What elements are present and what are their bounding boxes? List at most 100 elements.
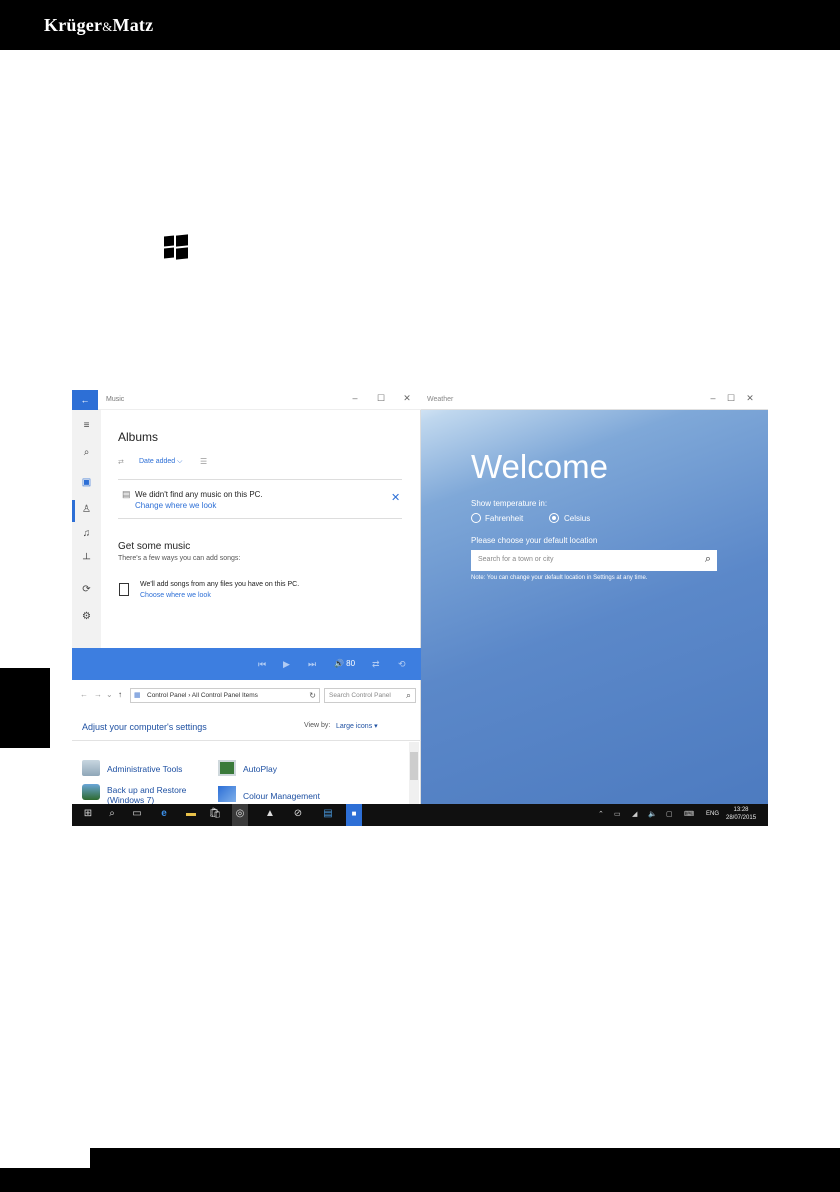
administrative-tools-link[interactable]: Administrative Tools [107, 764, 182, 774]
repeat-icon[interactable]: ⟲ [398, 659, 406, 670]
battery-icon[interactable]: ▭ [614, 810, 621, 818]
scrollbar[interactable] [409, 742, 419, 804]
search-icon[interactable]: ⌕ [72, 447, 101, 458]
photos-icon[interactable]: ▲ [262, 808, 278, 819]
volume-icon[interactable]: 🔈 [648, 810, 657, 818]
location-label: Please choose your default location [471, 536, 598, 545]
shuffle-icon[interactable]: ⇄ [118, 458, 124, 466]
celsius-label[interactable]: Celsius [564, 514, 590, 523]
groove-music-icon[interactable]: ◎ [232, 804, 248, 826]
page-header: Krüger&Matz [0, 0, 840, 50]
songs-icon[interactable]: ♫ [72, 528, 101, 539]
xbox-icon[interactable]: ⊘ [290, 808, 306, 819]
start-icon[interactable]: ⊞ [80, 808, 96, 819]
view-by-label: View by: [304, 722, 331, 729]
close-icon[interactable]: ✕ [391, 491, 400, 504]
folder-icon: ▦ [134, 692, 141, 699]
page-footer [0, 1148, 840, 1192]
previous-icon[interactable]: ⏮ [258, 659, 266, 670]
location-note: Note: You can change your default locati… [471, 575, 648, 581]
next-icon[interactable]: ⏭ [308, 659, 316, 670]
maximize-button[interactable]: ☐ [374, 393, 388, 404]
brand-logo: Krüger&Matz [44, 15, 154, 35]
autoplay-link[interactable]: AutoPlay [243, 764, 277, 774]
sync-icon[interactable]: ⟳ [72, 584, 101, 595]
view-by-dropdown[interactable]: Large icons ▾ [336, 722, 378, 730]
music-window: ← Music – ☐ ✕ ≡ ⌕ ▣ ♙ ♫ ┴ ⟳ ⚙ Albums ⇄ D… [72, 390, 421, 680]
change-location-link[interactable]: Change where we look [135, 501, 216, 510]
action-center-icon[interactable]: ▢ [666, 810, 673, 818]
back-button[interactable]: ← [72, 390, 98, 410]
forward-arrow-icon[interactable]: → [94, 690, 102, 699]
search-icon[interactable]: ⌕ [705, 553, 711, 566]
fahrenheit-label[interactable]: Fahrenheit [485, 514, 523, 523]
windows-key-icon [164, 234, 188, 260]
search-icon[interactable]: ⌕ [406, 690, 411, 701]
recent-chevron-icon[interactable]: ⌄ [106, 690, 113, 699]
now-playing-icon[interactable]: ┴ [72, 554, 101, 565]
page-title: Albums [118, 430, 159, 444]
artists-icon[interactable]: ♙ [72, 504, 101, 515]
filter-icon[interactable]: ☰ [200, 457, 207, 466]
search-placeholder: Search for a town or city [478, 556, 554, 563]
info-icon: ▤ [122, 489, 131, 499]
fahrenheit-radio[interactable] [471, 513, 481, 523]
volume-control[interactable]: 🔊 80 [334, 659, 355, 668]
sort-dropdown[interactable]: Date added ⌵ [139, 458, 182, 466]
settings-gear-icon[interactable]: ⚙ [72, 611, 101, 622]
music-titlebar: ← Music – ☐ ✕ [72, 390, 421, 410]
document-icon [119, 583, 129, 596]
search-icon[interactable]: ⌕ [104, 808, 120, 819]
clock-date: 28/07/2015 [726, 815, 757, 821]
no-music-notice: We didn't find any music on this PC. [135, 490, 263, 499]
maximize-button[interactable]: ☐ [724, 393, 738, 404]
store-icon[interactable]: 🛍 [207, 808, 223, 819]
minimize-button[interactable]: – [348, 393, 362, 403]
clock[interactable]: 13:28 28/07/2015 [726, 806, 756, 822]
location-search-input[interactable]: Search for a town or city ⌕ [471, 550, 717, 571]
temperature-label: Show temperature in: [471, 499, 548, 508]
weather-window: Weather – ☐ ✕ Welcome Show temperature i… [421, 390, 768, 804]
chevron-up-icon[interactable]: ⌃ [598, 810, 604, 818]
mail-icon[interactable]: ▤ [320, 808, 336, 819]
shuffle-icon[interactable]: ⇄ [372, 659, 380, 670]
minimize-button[interactable]: – [706, 393, 720, 403]
autoplay-icon [218, 760, 236, 776]
albums-icon[interactable]: ▣ [72, 477, 101, 488]
network-icon[interactable]: ◢ [632, 810, 637, 818]
refresh-icon[interactable]: ↻ [309, 691, 316, 700]
back-arrow-icon[interactable]: ← [80, 690, 88, 699]
backup-restore-link[interactable]: Back up and Restore (Windows 7) [107, 785, 197, 805]
hamburger-icon[interactable]: ≡ [72, 420, 101, 431]
edge-icon[interactable]: e [156, 808, 172, 819]
get-music-heading: Get some music [118, 541, 191, 552]
up-arrow-icon[interactable]: ↑ [118, 690, 122, 699]
clock-time: 13:28 [733, 807, 749, 813]
choose-location-link[interactable]: Choose where we look [140, 592, 211, 599]
get-music-subtitle: There's a few ways you can add songs: [118, 555, 241, 562]
administrative-tools-icon [82, 760, 100, 776]
divider [72, 740, 421, 741]
player-bar: ⏮ ▶ ⏭ 🔊 80 ⇄ ⟲ [72, 648, 421, 680]
chapter-tab [0, 668, 50, 748]
control-panel-window: ← → ⌄ ↑ ▦ Control Panel › All Control Pa… [72, 680, 421, 805]
keyboard-icon[interactable]: ⌨ [684, 810, 694, 818]
control-panel-search-input[interactable]: Search Control Panel ⌕ [324, 688, 416, 703]
page-number-tab [0, 1148, 90, 1168]
scroll-thumb[interactable] [410, 752, 418, 780]
play-icon[interactable]: ▶ [283, 659, 290, 670]
address-bar[interactable]: ▦ Control Panel › All Control Panel Item… [130, 688, 320, 703]
music-window-title: Music [106, 396, 125, 403]
welcome-heading: Welcome [471, 448, 608, 485]
task-view-icon[interactable]: ▭ [129, 808, 145, 819]
language-indicator[interactable]: ENG [706, 811, 719, 817]
close-button[interactable]: ✕ [400, 393, 414, 404]
address-row: ← → ⌄ ↑ ▦ Control Panel › All Control Pa… [72, 688, 421, 704]
colour-management-link[interactable]: Colour Management [243, 791, 320, 801]
weather-app-icon[interactable]: ■ [346, 804, 362, 826]
file-explorer-icon[interactable]: ▬ [183, 808, 199, 819]
celsius-radio[interactable] [549, 513, 559, 523]
close-button[interactable]: ✕ [743, 393, 757, 404]
weather-titlebar: Weather – ☐ ✕ [421, 390, 768, 410]
windows-screenshot: Weather – ☐ ✕ Welcome Show temperature i… [72, 390, 768, 826]
